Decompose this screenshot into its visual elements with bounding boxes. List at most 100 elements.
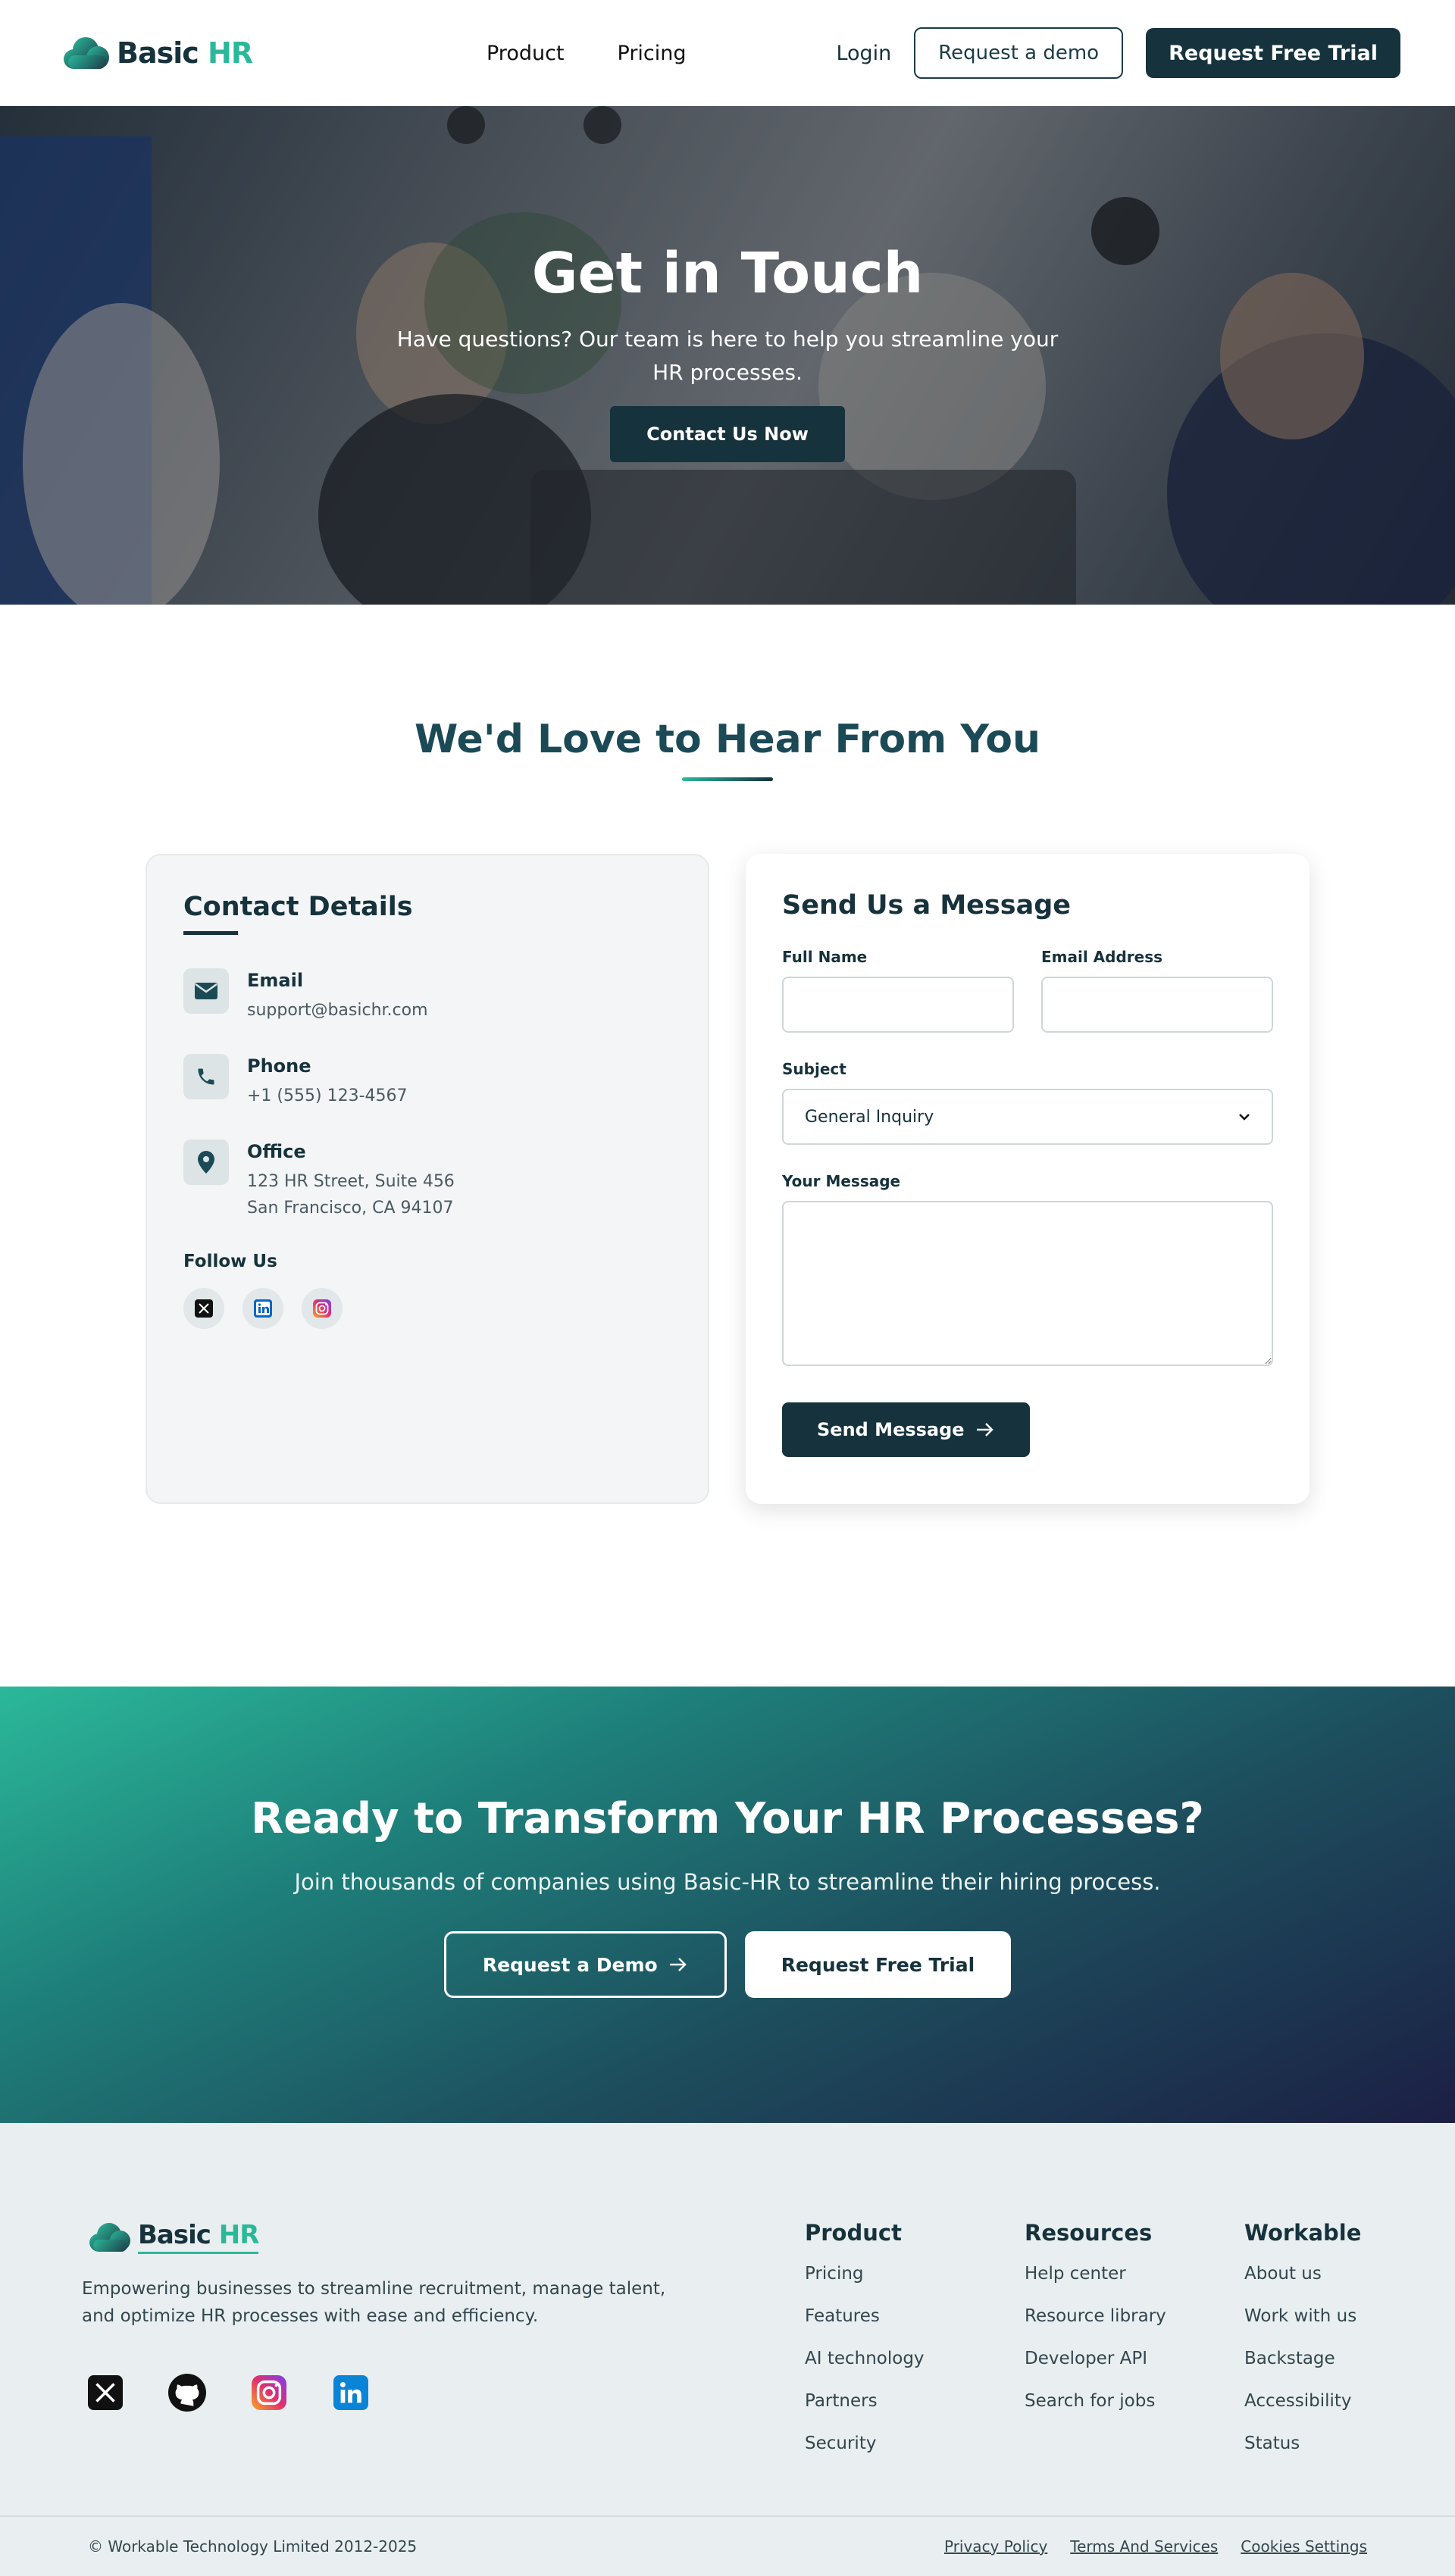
brand-logo[interactable]: Basic HR — [64, 36, 253, 70]
follow-us-label: Follow Us — [183, 1252, 277, 1271]
cta-subtitle: Join thousands of companies using Basic-… — [294, 1869, 1161, 1895]
hero-title: Get in Touch — [531, 241, 924, 306]
phone-icon — [183, 1054, 229, 1099]
site-footer: Basic HR Empowering businesses to stream… — [0, 2123, 1455, 2576]
contact-email: Email support@basichr.com — [183, 968, 671, 1024]
legal-links: Privacy Policy Terms And Services Cookie… — [944, 2537, 1367, 2556]
email-value[interactable]: support@basichr.com — [247, 997, 428, 1024]
name-email-row: Full Name Email Address — [782, 948, 1273, 1033]
footer-bottom-bar: © Workable Technology Limited 2012-2025 … — [0, 2515, 1455, 2576]
phone-label: Phone — [247, 1055, 311, 1077]
chevron-down-icon — [1239, 1114, 1250, 1121]
full-name-label: Full Name — [782, 948, 868, 966]
subject-field: Subject General Inquiry — [782, 1060, 1273, 1145]
cta-request-trial-button[interactable]: Request Free Trial — [744, 1931, 1012, 1998]
cookie-settings-link[interactable]: Cookies Settings — [1241, 2537, 1367, 2556]
cta-request-demo-label: Request a Demo — [482, 1953, 658, 1976]
footer-logo[interactable]: Basic HR — [82, 2220, 734, 2254]
map-pin-icon — [183, 1140, 229, 1185]
footer-link-pricing[interactable]: Pricing — [805, 2264, 1025, 2284]
footer-link-status[interactable]: Status — [1244, 2434, 1367, 2453]
subject-selected-value: General Inquiry — [805, 1107, 934, 1127]
footer-wordmark: Basic HR — [138, 2220, 259, 2254]
message-form-card: Send Us a Message Full Name Email Addres… — [746, 854, 1310, 1504]
footer-col-resources: Resources Help center Resource library D… — [1025, 2220, 1244, 2476]
footer-social-links — [82, 2374, 734, 2412]
footer-link-work-with-us[interactable]: Work with us — [1244, 2306, 1367, 2326]
contact-cards: Contact Details Email support@basichr.co… — [0, 854, 1455, 1504]
contact-details-title: Contact Details — [183, 892, 413, 922]
request-trial-button[interactable]: Request Free Trial — [1146, 28, 1400, 78]
contact-details-card: Contact Details Email support@basichr.co… — [146, 854, 709, 1504]
login-link[interactable]: Login — [836, 42, 891, 65]
footer-columns: Product Pricing Features AI technology P… — [805, 2220, 1367, 2476]
footer-brand: Basic HR Empowering businesses to stream… — [82, 2220, 734, 2476]
contact-us-now-button[interactable]: Contact Us Now — [610, 406, 845, 462]
linkedin-icon[interactable] — [242, 1288, 283, 1329]
footer-col-product: Product Pricing Features AI technology P… — [805, 2220, 1025, 2476]
envelope-icon — [183, 968, 229, 1014]
footer-link-about-us[interactable]: About us — [1244, 2264, 1367, 2284]
hero-content: Get in Touch Have questions? Our team is… — [0, 106, 1455, 462]
copyright-text: © Workable Technology Limited 2012-2025 — [88, 2537, 418, 2556]
top-navbar: Basic HR Product Pricing Login Request a… — [0, 0, 1455, 106]
contact-section: We'd Love to Hear From You Contact Detai… — [0, 605, 1455, 1687]
nav-link-product[interactable]: Product — [487, 42, 565, 65]
nav-actions: Login Request a demo Request Free Trial — [836, 27, 1400, 79]
message-field: Your Message — [782, 1172, 1273, 1369]
footer-col-title: Product — [805, 2220, 902, 2246]
contact-phone: Phone +1 (555) 123-4567 — [183, 1054, 671, 1109]
nav-link-pricing[interactable]: Pricing — [618, 42, 687, 65]
office-address-line2: San Francisco, CA 94107 — [247, 1199, 454, 1218]
footer-col-title: Resources — [1025, 2220, 1153, 2246]
footer-link-partners[interactable]: Partners — [805, 2391, 1025, 2411]
github-icon[interactable] — [168, 2374, 206, 2412]
office-label: Office — [247, 1141, 306, 1162]
cta-title: Ready to Transform Your HR Processes? — [251, 1794, 1204, 1843]
office-address-line1: 123 HR Street, Suite 456 — [247, 1172, 455, 1191]
footer-link-security[interactable]: Security — [805, 2434, 1025, 2453]
message-textarea[interactable] — [782, 1201, 1273, 1366]
contact-details-underline — [183, 931, 238, 935]
footer-col-title: Workable — [1244, 2220, 1362, 2246]
phone-value[interactable]: +1 (555) 123-4567 — [247, 1083, 408, 1109]
contact-section-title: We'd Love to Hear From You — [415, 717, 1040, 762]
instagram-icon[interactable] — [250, 2374, 288, 2412]
footer-description: Empowering businesses to streamline recr… — [82, 2279, 666, 2326]
send-message-button[interactable]: Send Message — [782, 1402, 1030, 1457]
full-name-input[interactable] — [782, 977, 1014, 1033]
cloud-logo-icon — [64, 37, 109, 69]
message-form-title: Send Us a Message — [782, 890, 1071, 921]
footer-link-resource-library[interactable]: Resource library — [1025, 2306, 1244, 2326]
footer-link-search-jobs[interactable]: Search for jobs — [1025, 2391, 1244, 2411]
instagram-icon[interactable] — [302, 1288, 343, 1329]
terms-link[interactable]: Terms And Services — [1070, 2537, 1218, 2556]
email-address-input[interactable] — [1041, 977, 1273, 1033]
linkedin-icon[interactable] — [332, 2374, 370, 2412]
follow-social-links — [183, 1288, 671, 1329]
footer-col-workable: Workable About us Work with us Backstage… — [1244, 2220, 1367, 2476]
cta-request-demo-button[interactable]: Request a Demo — [443, 1931, 727, 1998]
request-demo-button[interactable]: Request a demo — [914, 27, 1124, 79]
hero-banner: Get in Touch Have questions? Our team is… — [0, 106, 1455, 605]
footer-link-accessibility[interactable]: Accessibility — [1244, 2391, 1367, 2411]
footer-link-backstage[interactable]: Backstage — [1244, 2349, 1367, 2368]
cta-buttons: Request a Demo Request Free Trial — [0, 1931, 1455, 1998]
arrow-right-icon — [976, 1423, 993, 1436]
x-twitter-icon[interactable] — [183, 1288, 224, 1329]
main-nav: Product Pricing — [487, 42, 687, 65]
brand-wordmark: Basic HR — [117, 36, 253, 70]
subject-select[interactable]: General Inquiry — [782, 1089, 1273, 1145]
message-label: Your Message — [782, 1172, 901, 1190]
footer-link-ai-technology[interactable]: AI technology — [805, 2349, 1025, 2368]
cta-banner: Ready to Transform Your HR Processes? Jo… — [0, 1687, 1455, 2123]
x-twitter-icon[interactable] — [86, 2374, 124, 2412]
footer-link-developer-api[interactable]: Developer API — [1025, 2349, 1244, 2368]
arrow-right-icon — [669, 1958, 687, 1971]
privacy-policy-link[interactable]: Privacy Policy — [944, 2537, 1047, 2556]
title-underline — [682, 777, 773, 781]
email-address-label: Email Address — [1041, 948, 1163, 966]
footer-link-help-center[interactable]: Help center — [1025, 2264, 1244, 2284]
email-label: Email — [247, 970, 304, 991]
footer-link-features[interactable]: Features — [805, 2306, 1025, 2326]
